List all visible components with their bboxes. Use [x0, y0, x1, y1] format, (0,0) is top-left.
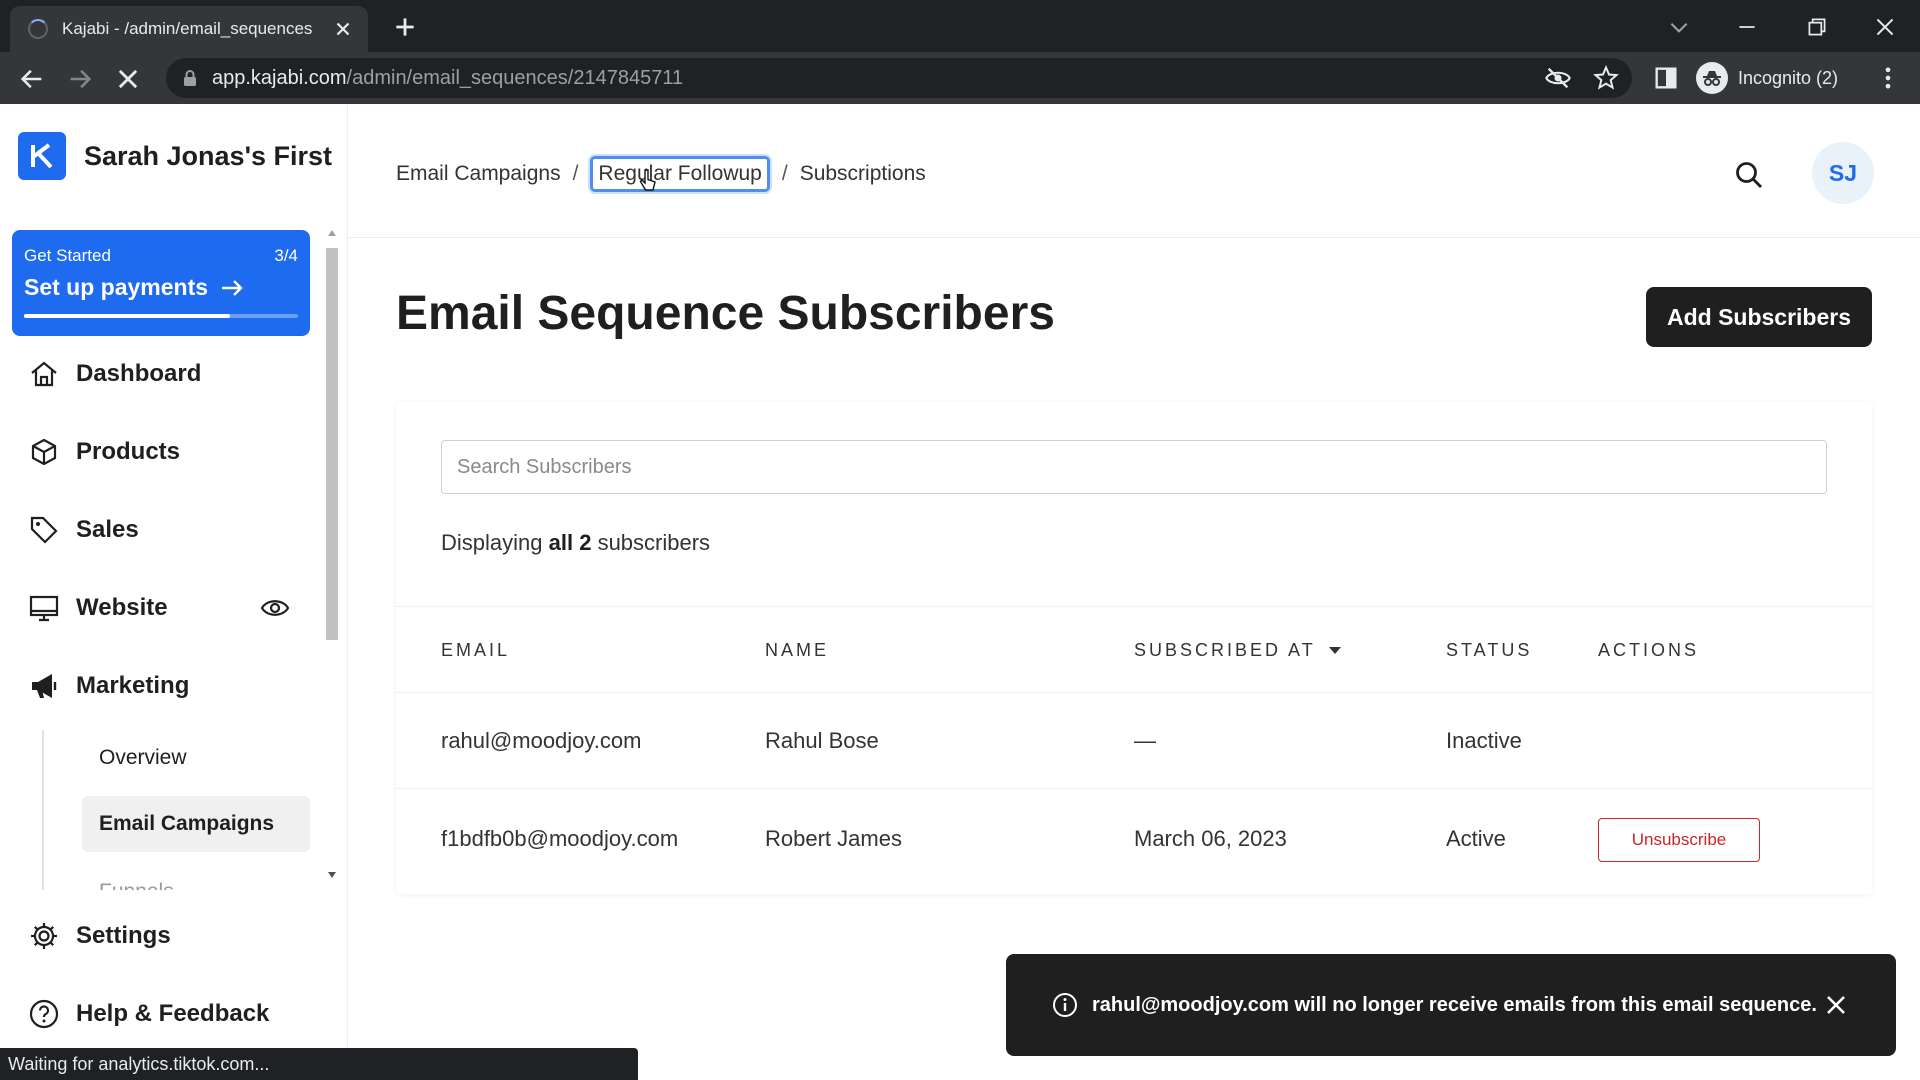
column-header-actions: ACTIONS — [1598, 640, 1700, 660]
url-bar[interactable]: app.kajabi.com/admin/email_sequences/214… — [166, 58, 1632, 98]
breadcrumb-email-campaigns[interactable]: Email Campaigns — [396, 162, 561, 186]
get-started-cta: Set up payments — [24, 274, 209, 300]
cell-email: rahul@moodjoy.com — [441, 728, 642, 753]
divider — [396, 606, 1872, 607]
cell-email: f1bdfb0b@moodjoy.com — [441, 826, 679, 851]
url-text: app.kajabi.com/admin/email_sequences/214… — [212, 66, 684, 89]
more-vertical-icon[interactable] — [1874, 64, 1902, 92]
sidebar-subitem-email-campaigns[interactable]: Email Campaigns — [82, 796, 310, 852]
chevron-down-icon[interactable] — [1666, 14, 1692, 40]
cell-name: Robert James — [765, 826, 902, 851]
sidebar-item-marketing[interactable]: Marketing — [28, 670, 189, 702]
search-subscribers-input[interactable] — [441, 440, 1827, 494]
site-name: Sarah Jonas's First — [84, 140, 333, 171]
gear-icon — [31, 923, 57, 949]
megaphone-icon — [32, 674, 57, 698]
get-started-progress-bar — [24, 314, 298, 318]
breadcrumb-subscriptions: Subscriptions — [799, 162, 926, 185]
cell-name: Rahul Bose — [765, 728, 879, 753]
star-icon[interactable] — [1592, 64, 1620, 92]
divider — [396, 788, 1872, 789]
get-started-label: Get Started — [24, 246, 111, 265]
address-bar: app.kajabi.com/admin/email_sequences/214… — [0, 52, 1920, 104]
restore-icon[interactable] — [1804, 14, 1830, 40]
get-started-card[interactable]: Get Started 3/4 Set up payments — [12, 230, 310, 336]
tab-title: Kajabi - /admin/email_sequences — [62, 19, 313, 38]
toast-message: rahul@moodjoy.com will no longer receive… — [1092, 993, 1817, 1016]
incognito-icon — [1696, 62, 1728, 94]
sidebar-item-help[interactable]: Help & Feedback — [28, 998, 269, 1030]
sidebar-scrollbar[interactable] — [324, 224, 340, 884]
scroll-up-icon[interactable] — [327, 228, 337, 238]
incognito-indicator[interactable]: Incognito (2) — [1696, 61, 1838, 95]
breadcrumb: Email Campaigns / Regular Followup / Sub… — [396, 156, 926, 192]
sidebar-item-dashboard[interactable]: Dashboard — [28, 358, 201, 390]
page-title: Email Sequence Subscribers — [396, 287, 1055, 340]
close-icon[interactable] — [332, 18, 354, 40]
column-header-name: NAME — [765, 640, 830, 660]
scrollbar-thumb[interactable] — [326, 248, 338, 640]
cell-status: Inactive — [1446, 728, 1522, 753]
incognito-label: Incognito (2) — [1738, 67, 1839, 88]
get-started-progress: 3/4 — [274, 246, 298, 265]
sort-down-icon[interactable] — [1328, 646, 1342, 656]
eye-off-icon[interactable] — [1544, 64, 1572, 92]
notification-toast: rahul@moodjoy.com will no longer receive… — [1006, 954, 1896, 1056]
arrow-right-icon — [222, 279, 243, 296]
divider — [396, 692, 1872, 693]
breadcrumb-separator: / — [781, 162, 788, 185]
minimize-icon[interactable] — [1734, 14, 1760, 40]
close-icon[interactable] — [1822, 991, 1850, 1019]
breadcrumb-regular-followup[interactable]: Regular Followup — [590, 156, 770, 192]
window-close-icon[interactable] — [1872, 14, 1898, 40]
info-icon — [1053, 993, 1077, 1017]
back-arrow-icon[interactable] — [18, 65, 46, 93]
stop-loading-icon[interactable] — [114, 65, 142, 93]
cell-status: Active — [1446, 826, 1506, 851]
forward-arrow-icon[interactable] — [66, 65, 94, 93]
new-tab-icon[interactable] — [392, 14, 418, 40]
sidebar-subitem-overview[interactable]: Overview — [82, 730, 310, 786]
avatar[interactable]: SJ — [1812, 142, 1874, 204]
monitor-icon — [29, 595, 59, 622]
cell-subscribed-at: March 06, 2023 — [1134, 826, 1287, 851]
column-header-subscribed-at[interactable]: SUBSCRIBED AT — [1134, 640, 1342, 661]
add-subscribers-button[interactable]: Add Subscribers — [1646, 287, 1872, 347]
page-header: Email Campaigns / Regular Followup / Sub… — [348, 104, 1920, 238]
sidebar-subitem-funnels[interactable]: Funnels — [82, 876, 310, 890]
loading-spinner-icon — [28, 19, 48, 39]
column-header-status: STATUS — [1446, 640, 1533, 660]
subscribers-card: Displaying all 2 subscribers EMAIL NAME … — [396, 402, 1872, 894]
sidebar-item-sales[interactable]: Sales — [28, 514, 139, 546]
sidebar-item-website[interactable]: Website — [28, 592, 296, 624]
home-icon — [31, 361, 57, 387]
unsubscribe-button[interactable]: Unsubscribe — [1598, 818, 1760, 862]
cell-subscribed-at: — — [1134, 728, 1156, 753]
sidebar-item-settings[interactable]: Settings — [28, 920, 171, 952]
search-icon[interactable] — [1734, 160, 1764, 190]
submenu-guide-line — [42, 730, 44, 890]
help-icon — [29, 999, 59, 1029]
display-count: Displaying all 2 subscribers — [441, 530, 711, 555]
browser-status-bar: Waiting for analytics.tiktok.com... — [0, 1048, 638, 1080]
brand[interactable]: Sarah Jonas's First — [18, 132, 332, 180]
sidebar: Sarah Jonas's First Get Started 3/4 Set … — [0, 104, 348, 1080]
lock-icon — [184, 70, 196, 86]
kajabi-logo-icon — [18, 132, 66, 180]
eye-icon[interactable] — [260, 594, 290, 622]
browser-tab[interactable]: Kajabi - /admin/email_sequences — [10, 6, 368, 52]
breadcrumb-separator: / — [572, 162, 579, 185]
sidebar-item-products[interactable]: Products — [28, 436, 180, 468]
tag-icon — [30, 516, 58, 544]
column-header-email: EMAIL — [441, 640, 511, 660]
browser-tab-bar: Kajabi - /admin/email_sequences — [0, 0, 1920, 52]
cube-icon — [31, 438, 57, 466]
sidepanel-icon[interactable] — [1652, 64, 1680, 92]
mouse-cursor-icon — [639, 169, 656, 191]
scroll-down-icon[interactable] — [327, 870, 337, 880]
